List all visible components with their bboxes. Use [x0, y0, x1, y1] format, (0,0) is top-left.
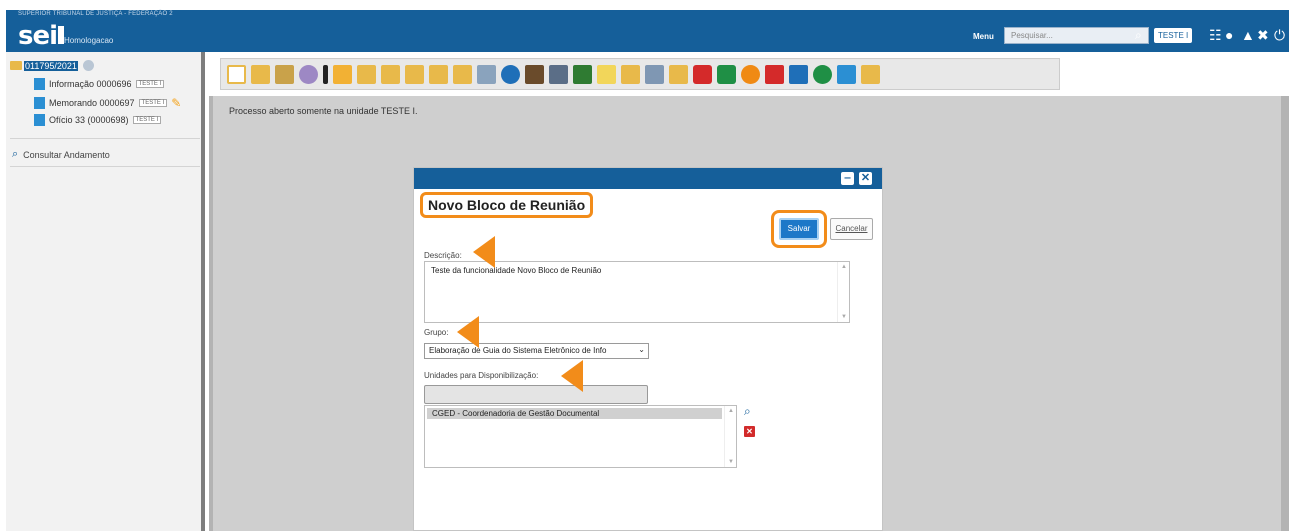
process-tree-panel: 011795/2021 Informação 0000696 TESTE I M…: [6, 52, 205, 531]
assign-icon[interactable]: [405, 64, 424, 84]
dialog-titlebar[interactable]: ‒ ✕: [414, 168, 882, 189]
process-root[interactable]: 011795/2021: [10, 60, 94, 71]
update-icon[interactable]: [381, 64, 400, 84]
unit-selector[interactable]: TESTE I: [1154, 28, 1193, 43]
delete-process-icon[interactable]: [669, 64, 688, 84]
consult-progress-link[interactable]: ⌕ Consultar Andamento: [12, 148, 110, 161]
view-icon[interactable]: [299, 64, 318, 84]
note-icon[interactable]: [597, 64, 616, 84]
list-item[interactable]: CGED - Coordenadoria de Gestão Documenta…: [427, 408, 722, 419]
description-field[interactable]: Teste da funcionalidade Novo Bloco de Re…: [424, 261, 850, 323]
search-input[interactable]: Pesquisar...: [1004, 27, 1149, 44]
sync-icon[interactable]: [501, 64, 520, 84]
group-value: Elaboração de Guia do Sistema Eletrônico…: [429, 346, 607, 355]
annotation-arrow: [473, 236, 495, 268]
separator-icon: [323, 64, 328, 84]
email-icon[interactable]: [477, 64, 496, 84]
org-name: SUPERIOR TRIBUNAL DE JUSTIÇA - FEDERAÇÃO…: [18, 11, 173, 17]
tree-doc-item[interactable]: Informação 0000696 TESTE I: [34, 78, 165, 90]
tree-doc-item[interactable]: Ofício 33 (0000698) TESTE I: [34, 114, 162, 126]
info-icon[interactable]: ●: [1225, 25, 1233, 45]
units-scrollbar[interactable]: ▲ ▼: [724, 406, 736, 467]
document-icon: [34, 97, 45, 109]
remove-unit-icon[interactable]: ✕: [744, 426, 755, 437]
thumb-icon[interactable]: [333, 64, 352, 84]
chevron-down-icon: ⌄: [638, 345, 645, 354]
search-process-icon[interactable]: [861, 64, 880, 84]
search-icon: ⌕: [12, 148, 19, 160]
units-label: Unidades para Disponibilização:: [424, 371, 539, 380]
folder-icon: [10, 61, 22, 70]
description-scrollbar[interactable]: ▲ ▼: [837, 262, 849, 322]
tree-doc-label[interactable]: Ofício 33 (0000698): [49, 115, 129, 125]
unit-tag: TESTE I: [132, 116, 162, 124]
search-icon[interactable]: ⌕: [1135, 28, 1142, 43]
tag-icon[interactable]: [789, 64, 808, 84]
process-number[interactable]: 011795/2021: [24, 60, 78, 71]
tree-icon[interactable]: [573, 64, 592, 84]
tree-doc-label[interactable]: Memorando 0000697: [49, 98, 135, 108]
units-list[interactable]: CGED - Coordenadoria de Gestão Documenta…: [424, 405, 737, 468]
top-bar: SUPERIOR TRIBUNAL DE JUSTIÇA - FEDERAÇÃO…: [6, 10, 1289, 52]
process-toolbar: [220, 58, 1060, 90]
environment-label: Homologacao: [64, 36, 114, 45]
stats-icon[interactable]: [549, 64, 568, 84]
document-icon: [34, 114, 45, 126]
link-icon[interactable]: [645, 64, 664, 84]
group-label: Grupo:: [424, 328, 449, 337]
unit-tag: TESTE I: [135, 80, 165, 88]
power-icon[interactable]: ⏻: [1274, 25, 1285, 45]
pencil-icon[interactable]: ✎: [171, 96, 181, 110]
comment-icon[interactable]: [741, 64, 760, 84]
process-folder-icon[interactable]: [251, 64, 270, 84]
minimize-icon[interactable]: ‒: [841, 172, 854, 185]
send-process-icon[interactable]: [357, 64, 376, 84]
document-stats-icon[interactable]: [621, 64, 640, 84]
save-button[interactable]: Salvar: [779, 218, 819, 240]
unit-search-input[interactable]: [424, 385, 648, 404]
grid-icon[interactable]: ☷: [1209, 25, 1222, 45]
document-icon: [34, 78, 45, 90]
process-info-icon[interactable]: [82, 60, 94, 71]
user-icon[interactable]: ▲: [1241, 25, 1255, 45]
favorite-icon[interactable]: [429, 64, 448, 84]
relate-process-icon[interactable]: [275, 64, 294, 84]
menu-button[interactable]: Menu: [973, 32, 994, 41]
new-meeting-block-dialog: ‒ ✕ Novo Bloco de Reunião Salvar Cancela…: [413, 167, 883, 531]
consult-label[interactable]: Consultar Andamento: [23, 150, 110, 160]
zip-icon[interactable]: [717, 64, 736, 84]
description-label: Descrição:: [424, 251, 462, 260]
dialog-title: Novo Bloco de Reunião: [420, 192, 594, 218]
save-highlight: Salvar: [771, 210, 827, 248]
list-icon[interactable]: [837, 64, 856, 84]
cancel-button[interactable]: Cancelar: [830, 218, 873, 240]
duplicate-icon[interactable]: [525, 64, 544, 84]
tree-doc-label[interactable]: Informação 0000696: [49, 79, 132, 89]
pdf-icon[interactable]: [693, 64, 712, 84]
sei-logo[interactable]: sei: [18, 23, 65, 49]
close-icon[interactable]: ✕: [859, 172, 872, 185]
divider: [10, 166, 200, 167]
search-units-icon[interactable]: ⌕: [744, 404, 751, 419]
flag-icon[interactable]: [765, 64, 784, 84]
annotation-arrow: [457, 316, 479, 348]
description-value: Teste da funcionalidade Novo Bloco de Re…: [431, 266, 602, 275]
divider: [10, 138, 200, 139]
status-message: Processo aberto somente na unidade TESTE…: [229, 106, 418, 116]
tree-doc-item[interactable]: Memorando 0000697 TESTE I ✎: [34, 96, 181, 110]
clock-icon[interactable]: [813, 64, 832, 84]
new-document-icon[interactable]: [227, 64, 246, 84]
annotation-arrow: [561, 360, 583, 392]
block-icon[interactable]: [453, 64, 472, 84]
tools-icon[interactable]: ✖: [1257, 25, 1269, 45]
unit-tag: TESTE I: [138, 99, 168, 107]
